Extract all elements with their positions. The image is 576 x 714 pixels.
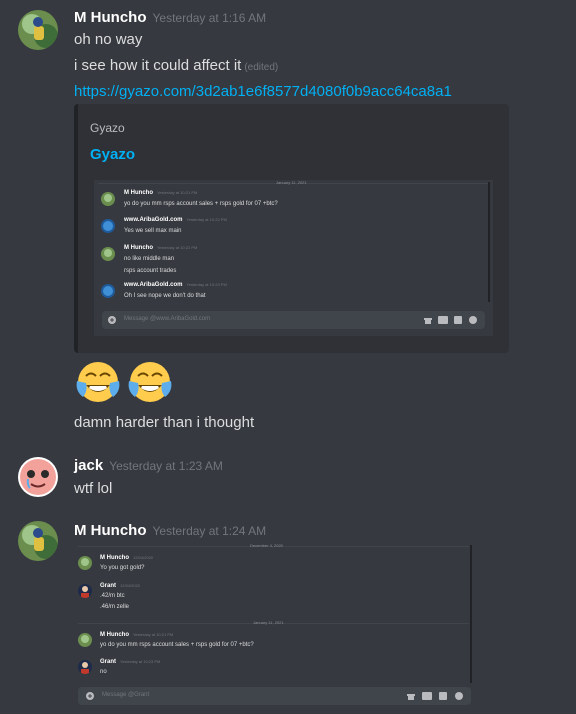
embed-screenshot[interactable]: January 11, 2021 M Huncho Yesterday at 10… <box>94 180 493 336</box>
message-author[interactable]: M Huncho Yesterday at 1:16 AM <box>74 9 266 26</box>
avatar <box>78 584 92 598</box>
message-text: damn harder than i thought <box>74 414 255 431</box>
mini-author: M Huncho 12/04/2020 <box>100 555 154 561</box>
message-author[interactable]: M Huncho Yesterday at 1:24 AM <box>74 522 266 539</box>
mini-scrollbar <box>470 545 472 683</box>
plus-icon <box>86 692 94 700</box>
avatar <box>101 247 115 261</box>
mini-text: no <box>100 669 107 675</box>
mini-text: yo do you mm rsps account sales + rsps g… <box>100 642 254 648</box>
joy-emoji-icon[interactable] <box>126 359 174 407</box>
emoji-icon <box>469 316 477 324</box>
message-link[interactable]: https://gyazo.com/3d2ab1e6f8577d4080f0b9… <box>74 83 452 100</box>
gift-icon <box>424 318 432 324</box>
mini-text: .42/m btc <box>100 593 125 599</box>
plus-icon <box>108 316 116 324</box>
mini-author: www.AribaGold.com Yesterday at 10:23 PM <box>124 282 227 288</box>
mini-text: Oh I see nope we don't do that <box>124 293 206 299</box>
message-timestamp: Yesterday at 1:16 AM <box>152 11 267 25</box>
author-name[interactable]: M Huncho <box>74 9 147 26</box>
author-name[interactable]: jack <box>74 457 103 474</box>
author-name[interactable]: M Huncho <box>74 522 147 539</box>
message-text: wtf lol <box>74 480 113 497</box>
avatar <box>78 660 92 674</box>
mini-scrollbar <box>488 182 490 302</box>
gift-icon <box>407 694 415 700</box>
avatar[interactable] <box>18 10 58 50</box>
avatar <box>101 284 115 298</box>
mini-author: M Huncho Yesterday at 10:22 PM <box>124 245 198 251</box>
mini-author: M Huncho Yesterday at 10:21 PM <box>100 632 174 638</box>
mini-text: .46/m zelle <box>100 604 130 610</box>
avatar <box>78 556 92 570</box>
sticker-icon <box>454 316 462 324</box>
message-author[interactable]: jack Yesterday at 1:23 AM <box>74 457 223 474</box>
mini-author: Grant 12/04/2020 <box>100 583 141 589</box>
mini-message-input: Message @Grant <box>78 687 471 705</box>
avatar[interactable] <box>18 521 58 561</box>
message-group-1: M Huncho Yesterday at 1:16 AM oh no way i… <box>0 0 576 440</box>
message-timestamp: Yesterday at 1:23 AM <box>109 459 223 473</box>
mini-author: M Huncho Yesterday at 10:21 PM <box>124 190 198 196</box>
gif-icon <box>438 316 448 324</box>
embed-provider[interactable]: Gyazo <box>90 121 125 135</box>
mini-input-placeholder: Message @www.AribaGold.com <box>124 316 211 322</box>
joy-emoji-icon[interactable] <box>74 359 122 407</box>
date-divider: January 11, 2021 <box>276 180 307 185</box>
attached-screenshot[interactable]: December 4, 2020 M Huncho 12/04/2020 Yo y… <box>74 543 473 714</box>
avatar <box>101 219 115 233</box>
message-timestamp: Yesterday at 1:24 AM <box>152 524 267 538</box>
link-embed: Gyazo Gyazo January 11, 2021 M Huncho Yes… <box>74 104 509 353</box>
avatar[interactable] <box>18 457 58 497</box>
mini-text: no like middle man <box>124 256 175 262</box>
avatar <box>78 633 92 647</box>
mini-text: yo do you mm rsps account sales + rsps g… <box>124 201 278 207</box>
date-divider: December 4, 2020 <box>250 543 283 548</box>
mini-text: Yes we sell max main <box>124 228 182 234</box>
mini-message-input: Message @www.AribaGold.com <box>102 311 485 329</box>
message-text: oh no way <box>74 31 143 48</box>
mini-author: www.AribaGold.com Yesterday at 10:22 PM <box>124 217 227 223</box>
emoji-icon <box>455 692 463 700</box>
mini-text: rsps account trades <box>124 268 177 274</box>
mini-input-placeholder: Message @Grant <box>102 692 150 698</box>
message-text-content: i see how it could affect it <box>74 57 242 74</box>
mini-author: Grant Yesterday at 10:23 PM <box>100 659 161 665</box>
gif-icon <box>422 692 432 700</box>
gyazo-link[interactable]: https://gyazo.com/3d2ab1e6f8577d4080f0b9… <box>74 83 452 100</box>
avatar <box>101 192 115 206</box>
sticker-icon <box>439 692 447 700</box>
date-divider: January 11, 2021 <box>253 620 284 625</box>
embed-title[interactable]: Gyazo <box>90 146 135 163</box>
message-text: i see how it could affect it (edited) <box>74 57 278 74</box>
mini-text: Yo you got gold? <box>100 565 145 571</box>
edited-label: (edited) <box>244 62 279 73</box>
